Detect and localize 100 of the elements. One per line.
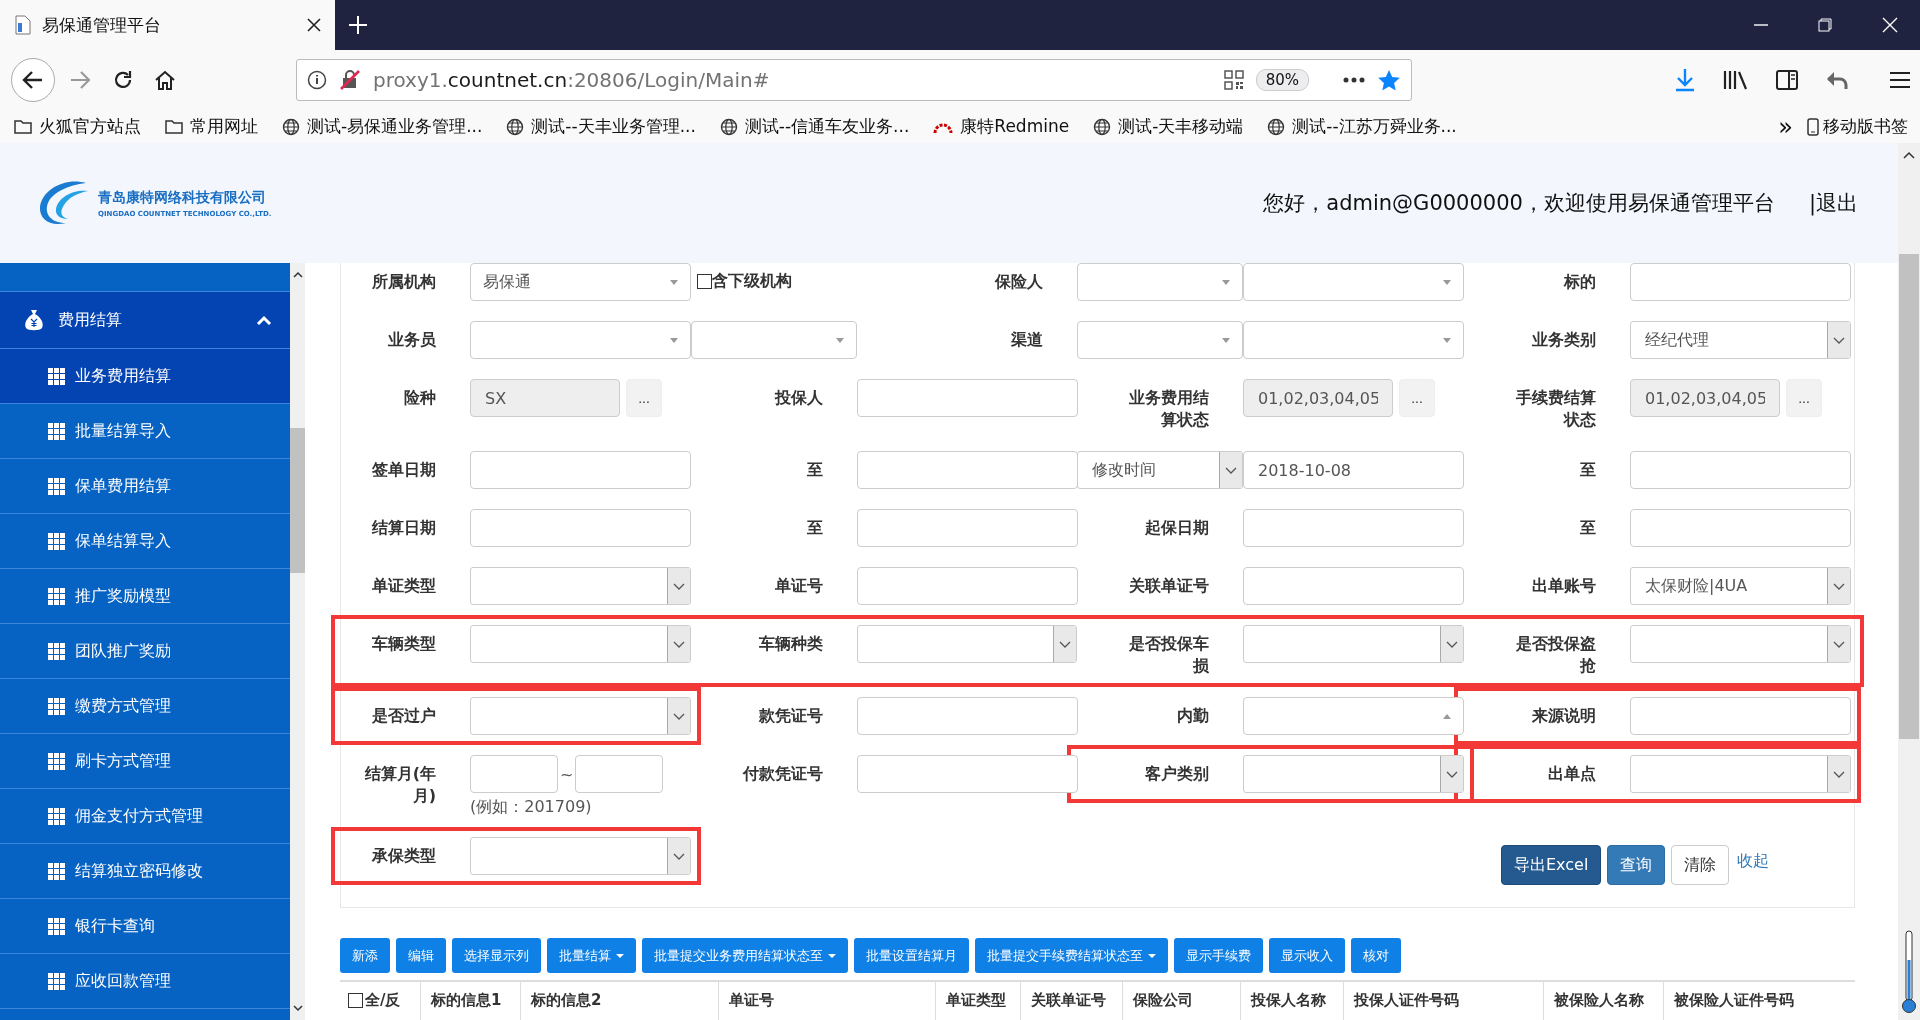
toolbar-button[interactable]: 批量结算: [547, 938, 636, 973]
menu-item[interactable]: 刷卡方式管理: [0, 734, 290, 789]
dropdown[interactable]: [1243, 625, 1464, 663]
dropdown[interactable]: [1077, 321, 1243, 359]
dropdown[interactable]: 修改时间: [1077, 451, 1243, 489]
text-field[interactable]: [857, 451, 1078, 489]
toolbar-button[interactable]: 显示收入: [1269, 938, 1345, 973]
bookmark-star-icon[interactable]: [1377, 68, 1401, 92]
dropdown[interactable]: 太保财险|4UA: [1630, 567, 1851, 605]
toolbar-button[interactable]: 编辑: [396, 938, 446, 973]
dropdown[interactable]: [470, 697, 691, 735]
dropdown[interactable]: [691, 321, 857, 359]
checkbox[interactable]: [697, 274, 712, 289]
scroll-up-icon[interactable]: [292, 271, 303, 278]
menu-icon[interactable]: [1890, 71, 1910, 89]
dropdown[interactable]: 经纪代理: [1630, 321, 1851, 359]
scroll-down-icon[interactable]: [292, 1005, 303, 1012]
text-field[interactable]: [1630, 697, 1851, 735]
dropdown[interactable]: [1243, 263, 1464, 301]
toolbar-button[interactable]: 显示手续费: [1174, 938, 1263, 973]
text-field[interactable]: [857, 567, 1078, 605]
info-icon[interactable]: [307, 70, 327, 90]
bookmark-link[interactable]: 测试-易保通业务管理...: [282, 115, 483, 138]
bookmark-link[interactable]: 康特Redmine: [933, 115, 1070, 138]
scrollbar-thumb[interactable]: [290, 428, 305, 573]
more-button[interactable]: ...: [1786, 379, 1822, 417]
logout-link[interactable]: |退出: [1808, 189, 1858, 217]
menu-item[interactable]: 佣金支付方式管理: [0, 789, 290, 844]
download-icon[interactable]: [1674, 68, 1696, 92]
bookmark-folder-button[interactable]: 移动版书签: [1807, 115, 1908, 138]
dropdown[interactable]: [470, 321, 691, 359]
text-field[interactable]: 01,02,03,04,05: [1243, 379, 1393, 417]
text-field[interactable]: [857, 379, 1078, 417]
forward-icon[interactable]: [70, 70, 92, 90]
dropdown[interactable]: [1077, 263, 1243, 301]
dropdown[interactable]: [857, 625, 1077, 663]
browser-tab[interactable]: 易保通管理平台: [0, 0, 335, 50]
dropdown[interactable]: [470, 837, 691, 875]
menu-item[interactable]: 业务费用结算: [0, 349, 290, 404]
crossed-lock-icon[interactable]: [339, 69, 361, 91]
dropdown[interactable]: [470, 625, 691, 663]
text-field[interactable]: [1630, 509, 1851, 547]
dropdown[interactable]: [1630, 755, 1851, 793]
bookmark-link[interactable]: 常用网址: [165, 115, 258, 138]
bookmark-link[interactable]: 测试-天丰移动端: [1093, 115, 1244, 138]
bookmark-link[interactable]: 测试--信通车友业务...: [719, 115, 910, 138]
checkbox[interactable]: [348, 993, 363, 1008]
text-field[interactable]: [1243, 509, 1464, 547]
chevron-up-icon[interactable]: [256, 315, 272, 325]
bookmark-link[interactable]: 测试--江苏万舜业务...: [1267, 115, 1457, 138]
sidebar-icon[interactable]: [1776, 70, 1798, 90]
more-button[interactable]: ...: [1399, 379, 1435, 417]
menu-item[interactable]: 银行卡查询: [0, 899, 290, 954]
export-button[interactable]: 导出Excel: [1501, 845, 1602, 885]
menu-item[interactable]: 保单结算导入: [0, 514, 290, 569]
address-field[interactable]: proxy1.countnet.cn:20806/Login/Main# 80%: [296, 59, 1412, 101]
back-icon[interactable]: [10, 57, 56, 103]
reload-icon[interactable]: [112, 69, 134, 91]
toolbar-button[interactable]: 选择显示列: [452, 938, 541, 973]
undo-icon[interactable]: [1825, 70, 1849, 90]
text-field[interactable]: SX: [470, 379, 620, 417]
menu-item[interactable]: 应收回款管理: [0, 954, 290, 1009]
overflow-button[interactable]: »: [1778, 112, 1793, 141]
text-field[interactable]: 2018-10-08: [1243, 451, 1464, 489]
menu-item[interactable]: 缴费方式管理: [0, 679, 290, 734]
close-icon[interactable]: [307, 18, 321, 32]
toolbar-button[interactable]: 核对: [1351, 938, 1401, 973]
text-field[interactable]: 01,02,03,04,05: [1630, 379, 1780, 417]
bookmark-link[interactable]: 火狐官方站点: [14, 115, 141, 138]
text-field[interactable]: [857, 509, 1078, 547]
text-field[interactable]: [575, 755, 664, 793]
home-icon[interactable]: [154, 69, 176, 91]
search-button[interactable]: 查询: [1607, 845, 1666, 885]
more-button[interactable]: ...: [626, 379, 662, 417]
text-field[interactable]: [1243, 567, 1464, 605]
menu-item[interactable]: 推广奖励模型: [0, 569, 290, 624]
new-tab-icon[interactable]: [349, 16, 367, 34]
text-field[interactable]: [470, 509, 691, 547]
zoom-level-button[interactable]: 80%: [1255, 69, 1309, 91]
restore-icon[interactable]: [1818, 18, 1832, 32]
dropdown[interactable]: [1243, 697, 1464, 735]
menu-item[interactable]: 保单费用结算: [0, 459, 290, 514]
menu-item[interactable]: 批量结算导入: [0, 404, 290, 459]
scroll-up-icon[interactable]: [1903, 151, 1915, 159]
text-field[interactable]: [1630, 263, 1851, 301]
scrollbar-thumb[interactable]: [1899, 254, 1919, 739]
menu-item[interactable]: 结算独立密码修改: [0, 844, 290, 899]
dropdown[interactable]: [1243, 321, 1464, 359]
dropdown[interactable]: [470, 567, 691, 605]
text-field[interactable]: [857, 697, 1078, 735]
qr-code-icon[interactable]: [1223, 70, 1244, 90]
more-icon[interactable]: [1343, 77, 1365, 83]
toolbar-button[interactable]: 批量设置结算月: [854, 938, 969, 973]
dropdown[interactable]: [1630, 625, 1851, 663]
library-icon[interactable]: [1723, 69, 1749, 91]
dropdown[interactable]: [1243, 755, 1464, 793]
text-field[interactable]: [470, 451, 691, 489]
bookmark-link[interactable]: 测试--天丰业务管理...: [506, 115, 696, 138]
text-field[interactable]: [857, 755, 1078, 793]
toolbar-button[interactable]: 批量提交手续费结算状态至: [975, 938, 1168, 973]
